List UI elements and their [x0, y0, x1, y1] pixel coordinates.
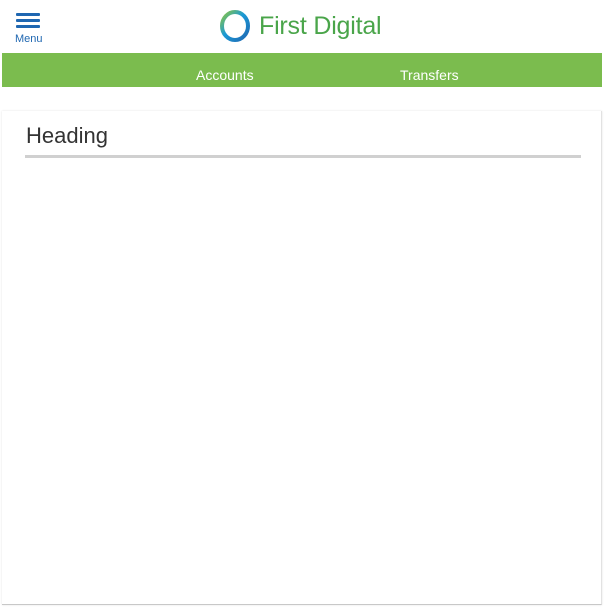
- menu-label: Menu: [15, 33, 43, 45]
- logo-text: First Digital: [259, 11, 382, 40]
- panel-heading: Heading: [26, 123, 108, 148]
- hamburger-icon[interactable]: [16, 13, 40, 31]
- brand-logo[interactable]: First Digital: [218, 7, 382, 45]
- top-header: Menu First Digital: [0, 0, 604, 53]
- heading-divider: [25, 155, 581, 158]
- nav-item-transfers[interactable]: Transfers: [400, 53, 459, 87]
- ring-logo-icon: [220, 10, 250, 42]
- hamburger-bar: [16, 13, 40, 16]
- menu-button[interactable]: Menu: [14, 12, 46, 46]
- main-nav: Accounts Transfers: [2, 53, 602, 87]
- hamburger-bar: [16, 25, 40, 28]
- nav-item-accounts[interactable]: Accounts: [196, 53, 254, 87]
- hamburger-bar: [16, 19, 40, 22]
- content-panel: Heading: [2, 111, 602, 605]
